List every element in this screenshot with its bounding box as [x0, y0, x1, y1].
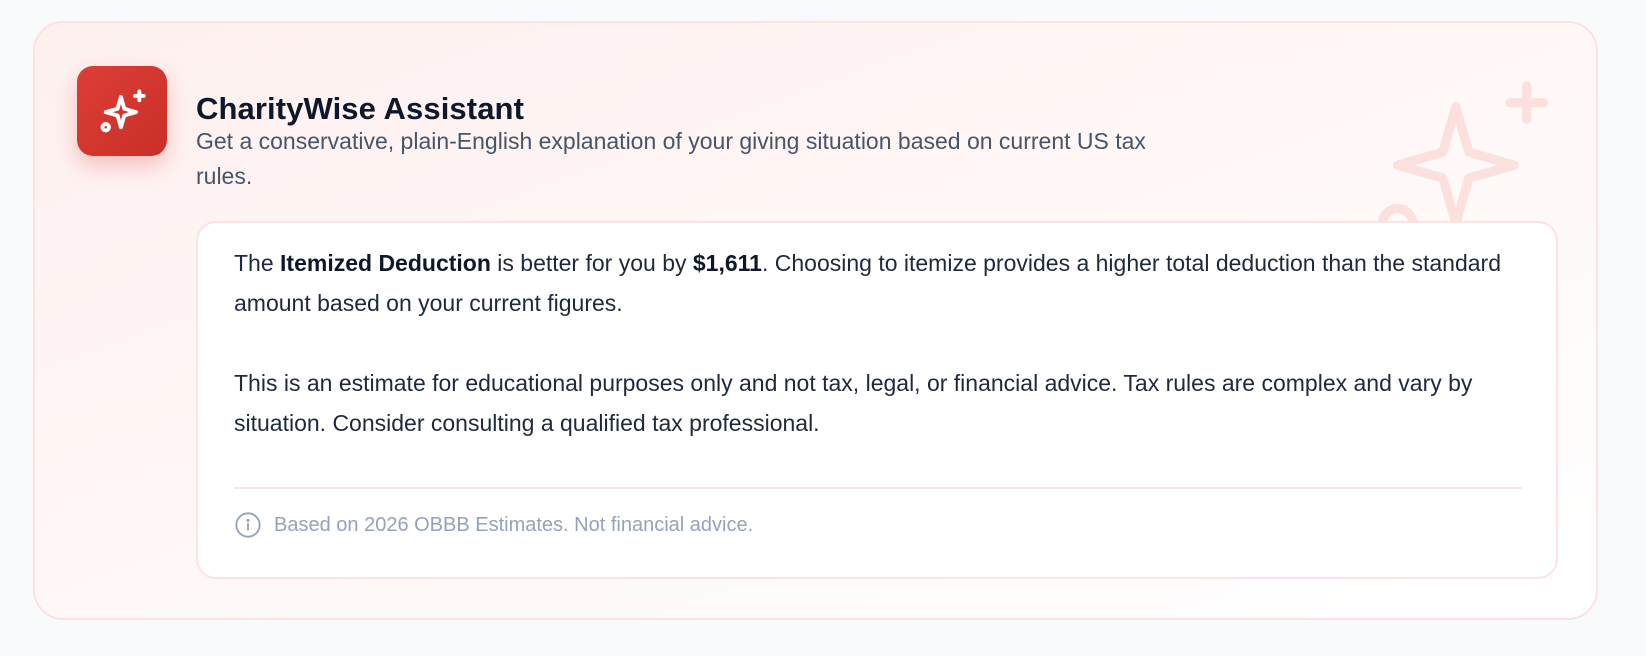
- assistant-logo: [77, 66, 167, 156]
- result-summary: The Itemized Deduction is better for you…: [234, 250, 1501, 316]
- footer-note: Based on 2026 OBBB Estimates. Not financ…: [234, 511, 753, 539]
- assistant-subtitle: Get a conservative, plain-English explan…: [196, 128, 1146, 189]
- savings-amount: $1,611: [692, 250, 762, 276]
- sparkle-icon: [100, 89, 146, 133]
- result-message: The Itemized Deduction is better for you…: [234, 243, 1534, 443]
- recommended-option: Itemized Deduction: [280, 250, 491, 276]
- footer-note-text: Based on 2026 OBBB Estimates. Not financ…: [274, 513, 754, 536]
- info-icon: [235, 512, 261, 538]
- result-disclaimer: This is an estimate for educational purp…: [234, 370, 1473, 436]
- assistant-title: CharityWise Assistant: [196, 91, 524, 126]
- assistant-card: CharityWise Assistant Get a conservative…: [33, 21, 1598, 620]
- result-panel: The Itemized Deduction is better for you…: [196, 221, 1558, 579]
- divider: [234, 487, 1522, 489]
